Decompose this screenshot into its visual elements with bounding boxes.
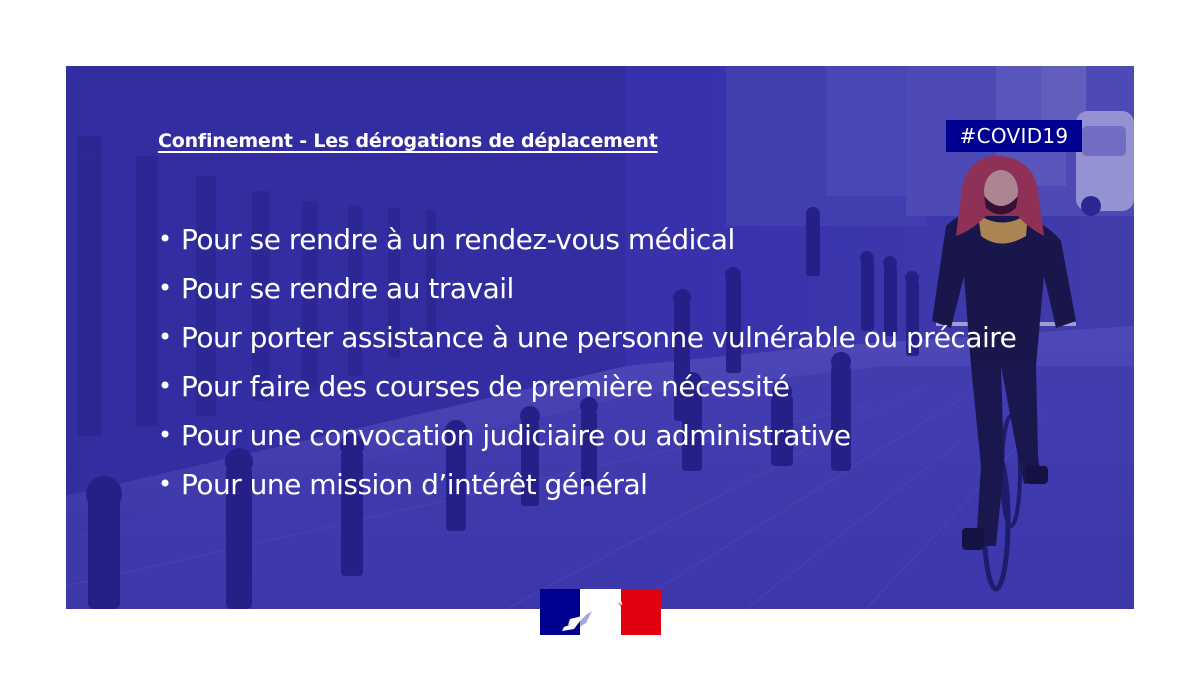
- list-item-label: Pour une convocation judiciaire ou admin…: [181, 419, 851, 452]
- list-item: • Pour une convocation judiciaire ou adm…: [158, 411, 1016, 460]
- list-item-label: Pour une mission d’intérêt général: [181, 468, 648, 501]
- list-item-label: Pour se rendre à un rendez-vous médical: [181, 223, 735, 256]
- bullet-icon: •: [158, 274, 172, 302]
- list-item-label: Pour porter assistance à une personne vu…: [181, 321, 1017, 354]
- page-title: Confinement - Les dérogations de déplace…: [158, 130, 658, 152]
- derogation-list: • Pour se rendre à un rendez-vous médica…: [158, 215, 1017, 509]
- list-item: • Pour se rendre à un rendez-vous médica…: [158, 215, 1016, 264]
- list-item: • Pour faire des courses de première néc…: [158, 362, 1016, 411]
- marianne-logo-icon: [540, 589, 661, 635]
- bullet-icon: •: [158, 421, 172, 449]
- list-item-label: Pour faire des courses de première néces…: [181, 370, 790, 403]
- bullet-icon: •: [158, 225, 172, 253]
- list-item-label: Pour se rendre au travail: [181, 272, 514, 305]
- bullet-icon: •: [158, 372, 172, 400]
- list-item: • Pour se rendre au travail: [158, 264, 1016, 313]
- bullet-icon: •: [158, 470, 172, 498]
- bullet-icon: •: [158, 323, 172, 351]
- list-item: • Pour porter assistance à une personne …: [158, 313, 1017, 362]
- list-item: • Pour une mission d’intérêt général: [158, 460, 1016, 509]
- hashtag-badge: #COVID19: [946, 120, 1082, 152]
